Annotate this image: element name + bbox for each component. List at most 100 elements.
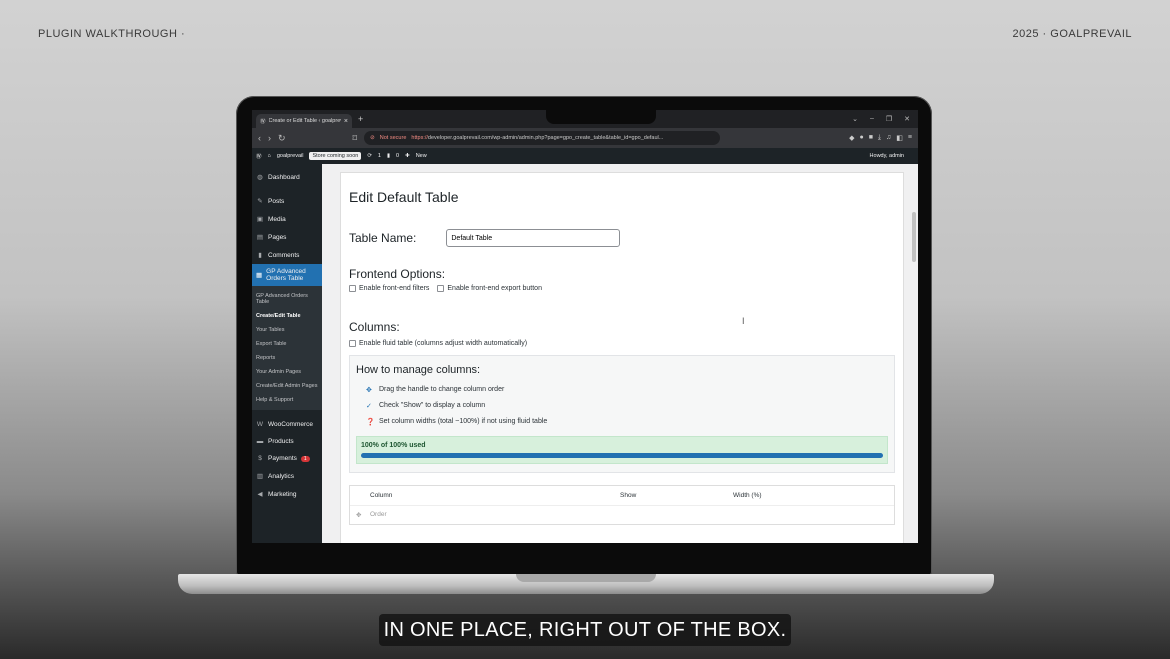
close-tab-icon[interactable]: ×	[344, 118, 348, 125]
close-window-icon[interactable]: ✕	[904, 115, 910, 123]
sidebar-item-products[interactable]: ▬ Products	[252, 433, 322, 450]
howdy-user[interactable]: Howdy, admin	[870, 153, 914, 159]
laptop-base	[178, 574, 994, 594]
chart-icon: ▥	[256, 473, 264, 480]
menu-icon[interactable]: ≡	[908, 134, 912, 142]
home-icon: ⌂	[267, 153, 271, 159]
width-header: Width (%)	[733, 492, 762, 499]
sidebar-submenu: GP Advanced Orders Table Create/Edit Tab…	[252, 286, 322, 410]
music-icon[interactable]: ♫	[886, 134, 891, 142]
media-icon: ▣	[256, 216, 264, 223]
submenu-item[interactable]: Reports	[252, 351, 322, 365]
sidebar-item-payments[interactable]: $ Payments 1	[252, 450, 322, 467]
table-icon: ▦	[256, 272, 263, 279]
sidebar-item-gp-advanced-orders-table[interactable]: ▦ GP Advanced Orders Table	[252, 264, 322, 286]
drag-handle-icon[interactable]: ✥	[356, 511, 370, 519]
table-row: ✥ Order	[350, 506, 894, 524]
back-icon[interactable]: ‹	[258, 133, 261, 143]
main-content: Edit Default Table Table Name: Default T…	[322, 164, 918, 543]
submenu-item[interactable]: Your Admin Pages	[252, 365, 322, 379]
updates-count[interactable]: 1	[378, 153, 381, 159]
usage-label: 100% of 100% used	[361, 442, 426, 449]
sidebar-item-media[interactable]: ▣ Media	[252, 210, 322, 228]
overlay-right-text: 2025 · GOALPREVAIL	[1012, 28, 1132, 40]
browser-tab[interactable]: Ⓦ Create or Edit Table ‹ goalprevail ×	[256, 114, 352, 128]
table-name-input[interactable]: Default Table	[446, 229, 621, 247]
wordpress-icon: Ⓦ	[260, 119, 266, 125]
row-column-name: Order	[370, 511, 387, 518]
updates-icon: ⟳	[367, 153, 372, 159]
width-usage-panel: 100% of 100% used	[356, 436, 888, 464]
sidebar-item-woocommerce[interactable]: W WooCommerce	[252, 416, 322, 433]
warning-icon: ⊘	[370, 135, 375, 141]
laptop-screen: Ⓦ Create or Edit Table ‹ goalprevail × +…	[252, 110, 918, 543]
frontend-filters-checkbox[interactable]	[349, 285, 356, 292]
overlay-left-text: PLUGIN WALKTHROUGH ·	[38, 28, 186, 40]
columns-help-box: How to manage columns: ✥ Drag the handle …	[349, 355, 895, 473]
plus-icon: ✚	[405, 153, 410, 159]
sidebar-item-analytics[interactable]: ▥ Analytics	[252, 467, 322, 485]
usage-progress-bar	[361, 453, 883, 458]
sidebar-icon[interactable]: ◧	[896, 134, 903, 142]
megaphone-icon: ◀	[257, 491, 263, 498]
chevron-down-icon[interactable]: ⌄	[852, 115, 858, 123]
submenu-item[interactable]: GP Advanced Orders Table	[252, 289, 322, 309]
store-status-badge[interactable]: Store coming soon	[309, 152, 362, 160]
pin-icon: ✎	[257, 198, 263, 205]
url-scheme: https://	[411, 135, 428, 141]
usage-progress-fill	[361, 453, 883, 458]
woocommerce-icon: W	[256, 421, 264, 428]
move-icon: ✥	[366, 387, 372, 394]
sidebar-item-dashboard[interactable]: ◍ Dashboard	[252, 168, 322, 186]
columns-table: Column Show Width (%) ✥ Order	[349, 485, 895, 525]
submenu-item[interactable]: Export Table	[252, 337, 322, 351]
new-link[interactable]: New	[416, 153, 427, 159]
laptop-notch	[546, 108, 656, 124]
page-title: Edit Default Table	[349, 189, 459, 205]
page-scrollbar[interactable]	[912, 212, 916, 262]
fluid-table-checkbox[interactable]	[349, 340, 356, 347]
site-name[interactable]: goalprevail	[277, 153, 304, 159]
frontend-export-option[interactable]: Enable front-end export button	[437, 285, 542, 292]
help-icon: ❓	[366, 419, 375, 426]
extension-icons: ◆ ● ■ ⤓ ♫ ◧ ≡	[849, 134, 912, 142]
wp-admin-bar: Ⓦ ⌂ goalprevail Store coming soon ⟳ 1 ▮ …	[252, 148, 918, 164]
sidebar-item-posts[interactable]: ✎ Posts	[252, 192, 322, 210]
sidebar-item-marketing[interactable]: ◀ Marketing	[252, 485, 322, 503]
frontend-filters-option[interactable]: Enable front-end filters	[349, 285, 429, 292]
url-field[interactable]: ⊘ Not secure https://developer.goalpreva…	[364, 131, 721, 145]
table-header-row: Column Show Width (%)	[350, 486, 894, 506]
text-cursor-icon: I	[742, 316, 745, 326]
submenu-item-create-edit-table[interactable]: Create/Edit Table	[252, 309, 322, 323]
columns-title: Columns:	[349, 320, 400, 334]
frontend-export-checkbox[interactable]	[437, 285, 445, 292]
comments-count[interactable]: 0	[396, 153, 399, 159]
minimize-icon[interactable]: –	[870, 115, 874, 123]
wordpress-logo-icon[interactable]: Ⓦ	[256, 152, 262, 160]
check-icon: ✓	[366, 403, 372, 410]
new-tab-icon[interactable]: +	[358, 114, 363, 124]
edit-table-card: Edit Default Table Table Name: Default T…	[340, 172, 904, 543]
submenu-item[interactable]: Create/Edit Admin Pages	[252, 379, 322, 393]
restore-icon[interactable]: ❐	[886, 115, 892, 123]
sidebar-item-comments[interactable]: ▮ Comments	[252, 246, 322, 264]
extension-icon[interactable]: ■	[869, 134, 873, 142]
bookmark-icon[interactable]: ⌑	[353, 133, 358, 144]
extension-icon[interactable]: ●	[859, 134, 863, 142]
admin-sidebar: ◍ Dashboard ✎ Posts ▣ Media ▤ Pages ▮ Comment…	[252, 164, 322, 543]
forward-icon[interactable]: ›	[268, 133, 271, 143]
address-bar-row: ‹ › ↻ ⌑ ⊘ Not secure https://developer.g…	[252, 128, 918, 148]
reload-icon[interactable]: ↻	[278, 133, 286, 144]
howto-title: How to manage columns:	[356, 364, 481, 376]
submenu-item[interactable]: Help & Support	[252, 393, 322, 407]
comment-icon: ▮	[386, 153, 391, 159]
pages-icon: ▤	[256, 234, 264, 241]
table-name-label: Table Name:	[349, 231, 417, 245]
download-icon[interactable]: ⤓	[878, 134, 881, 142]
submenu-item[interactable]: Your Tables	[252, 323, 322, 337]
sidebar-item-pages[interactable]: ▤ Pages	[252, 228, 322, 246]
fluid-table-option[interactable]: Enable fluid table (columns adjust width…	[349, 340, 527, 347]
extension-icon[interactable]: ◆	[849, 134, 854, 142]
video-caption: IN ONE PLACE, RIGHT OUT OF THE BOX.	[379, 614, 791, 646]
dashboard-icon: ◍	[257, 174, 263, 181]
